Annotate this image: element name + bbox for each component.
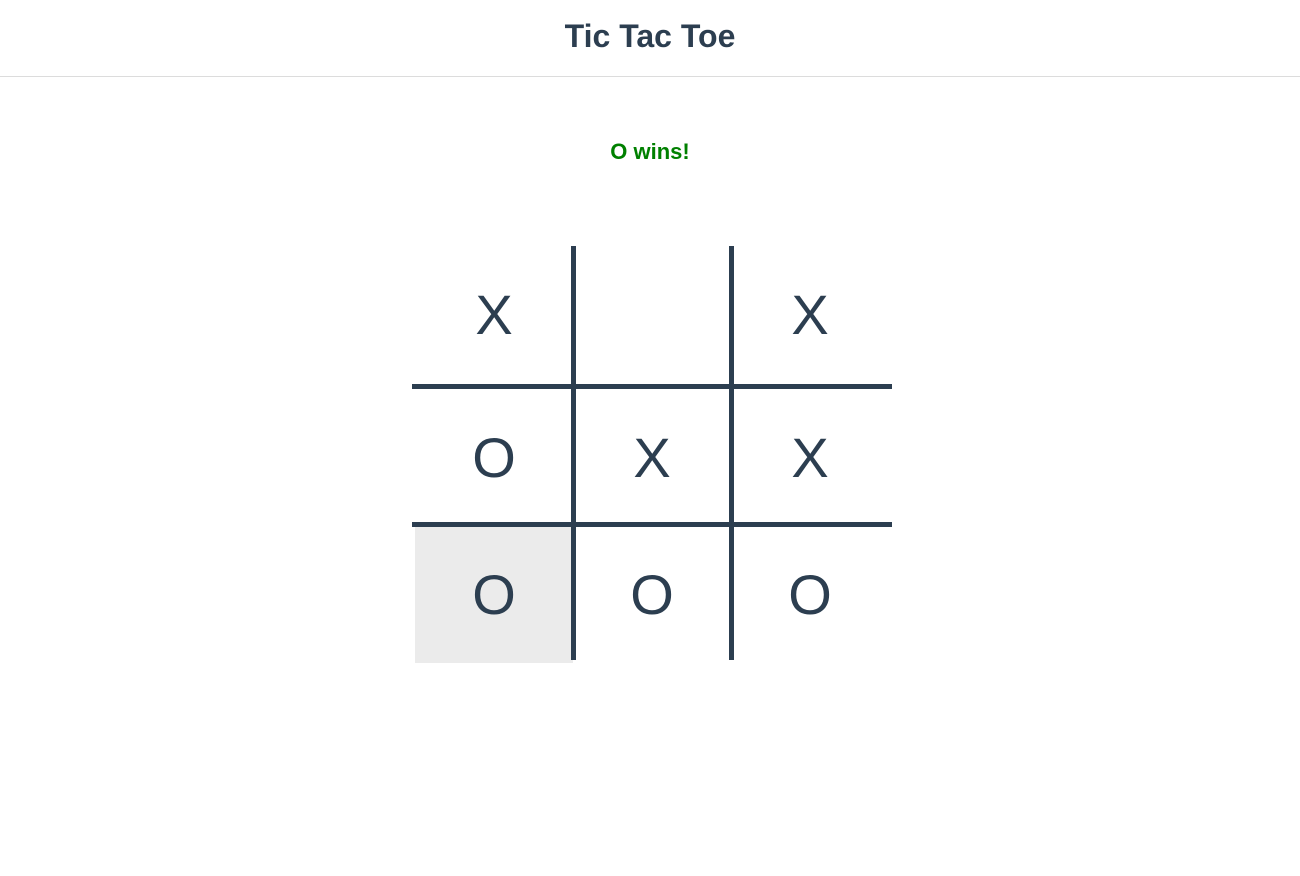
board-cell-3[interactable]: X xyxy=(731,246,889,383)
grid-line-vertical-1 xyxy=(571,246,576,660)
board-cell-9[interactable]: O xyxy=(731,526,889,663)
grid-line-vertical-2 xyxy=(729,246,734,660)
grid-line-horizontal-1 xyxy=(412,384,892,389)
board-cell-6[interactable]: X xyxy=(731,389,889,526)
board-cell-7[interactable]: O xyxy=(415,526,573,663)
header-bar: Tic Tac Toe xyxy=(0,0,1300,77)
game-board: X X O X X O O O xyxy=(412,246,892,663)
game-status: O wins! xyxy=(610,139,690,164)
page-title: Tic Tac Toe xyxy=(564,18,736,54)
board-cell-4[interactable]: O xyxy=(415,389,573,526)
grid-line-horizontal-2 xyxy=(412,522,892,527)
board-cell-2[interactable] xyxy=(573,246,731,383)
board-cell-5[interactable]: X xyxy=(573,389,731,526)
board-cell-8[interactable]: O xyxy=(573,526,731,663)
board-cell-1[interactable]: X xyxy=(415,246,573,383)
